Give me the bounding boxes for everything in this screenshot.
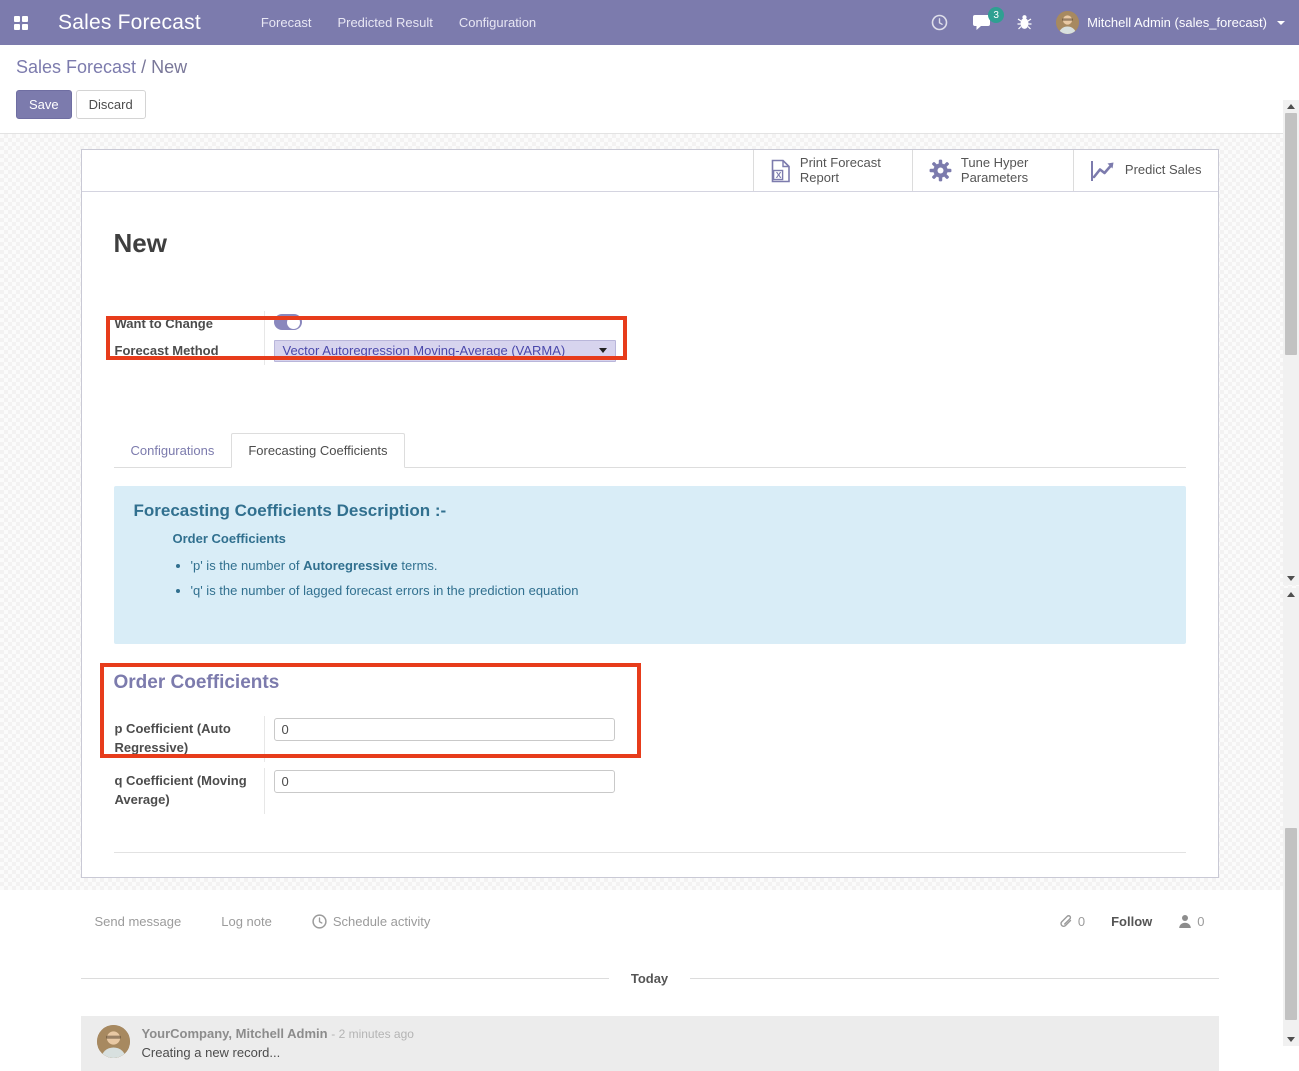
messages-count-badge: 3: [988, 7, 1004, 23]
attachments-count: 0: [1078, 914, 1085, 929]
forecast-method-label: Forecast Method: [114, 338, 265, 365]
activities-clock-icon[interactable]: [931, 14, 948, 31]
schedule-clock-icon: [312, 914, 327, 929]
attachments-button[interactable]: 0: [1059, 914, 1085, 929]
forecast-method-selected-value: Vector Autoregression Moving-Average (VA…: [283, 343, 566, 358]
form-sheet: X Print Forecast Report Tune Hyper Param…: [81, 149, 1219, 878]
control-panel: Sales Forecast / New Save Discard: [0, 45, 1299, 133]
breadcrumb-separator: /: [136, 57, 151, 77]
chatter: Send message Log note Schedule activity …: [0, 890, 1299, 1071]
alert-subtitle: Order Coefficients: [173, 531, 1166, 546]
excel-file-icon: X: [770, 159, 791, 183]
follower-person-icon: [1178, 914, 1192, 928]
scroll-down-arrow-icon[interactable]: [1287, 576, 1295, 581]
breadcrumb-current: New: [151, 57, 187, 77]
message-timestamp: - 2 minutes ago: [331, 1027, 414, 1041]
p-coefficient-label: p Coefficient (Auto Regressive): [114, 716, 265, 762]
line-chart-icon: [1090, 160, 1116, 182]
predict-sales-button[interactable]: Predict Sales: [1073, 150, 1218, 191]
order-coefficients-heading: Order Coefficients: [114, 672, 1186, 694]
breadcrumb: Sales Forecast / New: [16, 57, 1283, 78]
scroll-up-arrow-icon[interactable]: [1287, 104, 1295, 109]
record-title: New: [114, 228, 1186, 259]
q-coefficient-label: q Coefficient (Moving Average): [114, 768, 265, 814]
follow-button[interactable]: Follow: [1111, 914, 1152, 929]
messages-icon[interactable]: 3: [972, 14, 993, 31]
svg-text:X: X: [776, 170, 782, 180]
app-title: Sales Forecast: [58, 11, 201, 35]
message-body: Creating a new record...: [142, 1045, 414, 1060]
p-coefficient-input[interactable]: [274, 718, 615, 741]
forecast-method-row: Forecast Method Vector Autoregression Mo…: [114, 338, 634, 365]
q-coefficient-input[interactable]: [274, 770, 615, 793]
menu-configuration[interactable]: Configuration: [459, 15, 536, 30]
paperclip-icon: [1059, 914, 1073, 929]
menu-predicted-result[interactable]: Predicted Result: [337, 15, 432, 30]
user-avatar: [1056, 11, 1079, 34]
alert-title: Forecasting Coefficients Description :-: [134, 501, 1166, 521]
tune-hyper-parameters-button[interactable]: Tune Hyper Parameters: [912, 150, 1073, 191]
form-background: X Print Forecast Report Tune Hyper Param…: [0, 133, 1299, 890]
date-divider-label: Today: [631, 971, 668, 986]
scroll-down-arrow-icon[interactable]: [1287, 1037, 1295, 1042]
q-coefficient-row: q Coefficient (Moving Average): [114, 768, 634, 814]
chatter-message: YourCompany, Mitchell Admin - 2 minutes …: [81, 1016, 1219, 1071]
statusbar: X Print Forecast Report Tune Hyper Param…: [82, 150, 1218, 192]
notebook-tabs: Configurations Forecasting Coefficients: [114, 433, 1186, 468]
gear-icon: [929, 159, 952, 182]
tab-configurations[interactable]: Configurations: [114, 433, 232, 468]
p-coefficient-row: p Coefficient (Auto Regressive): [114, 716, 634, 762]
scroll-up-arrow-icon[interactable]: [1287, 592, 1295, 597]
select-caret-icon: [599, 348, 607, 353]
date-divider: Today: [81, 971, 1219, 986]
log-note-button[interactable]: Log note: [221, 914, 272, 929]
scrollbar-thumb[interactable]: [1285, 828, 1297, 1020]
main-menu: Forecast Predicted Result Configuration: [261, 15, 536, 30]
coefficients-description-alert: Forecasting Coefficients Description :- …: [114, 486, 1186, 645]
forecast-method-select[interactable]: Vector Autoregression Moving-Average (VA…: [274, 340, 616, 362]
user-menu[interactable]: Mitchell Admin (sales_forecast): [1056, 11, 1285, 34]
top-navbar: Sales Forecast Forecast Predicted Result…: [0, 0, 1299, 45]
want-to-change-row: Want to Change: [114, 311, 634, 338]
scrollbar-thumb[interactable]: [1285, 113, 1297, 355]
page-scrollbar[interactable]: [1283, 588, 1299, 1046]
tab-forecasting-coefficients[interactable]: Forecasting Coefficients: [231, 433, 404, 468]
followers-count: 0: [1197, 914, 1204, 929]
alert-bullet-q: 'q' is the number of lagged forecast err…: [191, 582, 1166, 601]
breadcrumb-parent[interactable]: Sales Forecast: [16, 57, 136, 77]
message-avatar: [97, 1025, 130, 1058]
want-to-change-toggle[interactable]: [274, 314, 302, 330]
print-forecast-report-button[interactable]: X Print Forecast Report: [753, 150, 912, 191]
user-name: Mitchell Admin (sales_forecast): [1087, 15, 1267, 30]
discard-button[interactable]: Discard: [76, 90, 146, 119]
save-button[interactable]: Save: [16, 90, 72, 119]
send-message-button[interactable]: Send message: [95, 914, 182, 929]
user-menu-caret-icon: [1277, 21, 1285, 25]
alert-bullet-p: 'p' is the number of Autoregressive term…: [191, 557, 1166, 576]
apps-menu-icon[interactable]: [14, 16, 28, 30]
content-scrollbar[interactable]: [1283, 100, 1299, 585]
want-to-change-label: Want to Change: [114, 311, 265, 338]
message-author[interactable]: YourCompany, Mitchell Admin: [142, 1026, 328, 1041]
schedule-activity-button[interactable]: Schedule activity: [312, 914, 431, 929]
bug-icon[interactable]: [1017, 14, 1032, 31]
followers-button[interactable]: 0: [1178, 914, 1204, 929]
menu-forecast[interactable]: Forecast: [261, 15, 312, 30]
